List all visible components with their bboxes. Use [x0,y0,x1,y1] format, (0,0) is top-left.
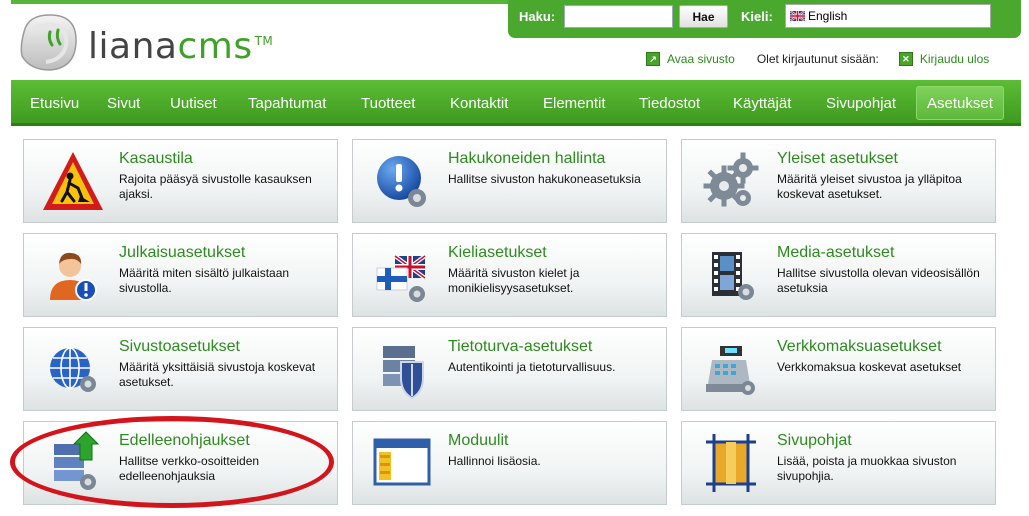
card-description: Rajoita pääsyä sivustolle kasauksen ajak… [119,172,312,201]
logo-badge-icon [20,14,77,71]
card-title: Tietoturva-asetukset [448,338,593,355]
card-title: Sivupohjat [777,432,852,449]
gears-icon [703,152,759,207]
card-moduulit[interactable]: Moduulit Hallinnoi lisäosia. [352,421,667,505]
card-yleiset-asetukset[interactable]: Yleiset asetukset Määritä yleiset sivust… [681,139,996,223]
nav-item-etusivu[interactable]: Etusivu [30,80,79,126]
card-kieliasetukset[interactable]: Kieliasetukset Määritä sivuston kielet j… [352,233,667,317]
uk-flag-icon [790,11,805,21]
search-button[interactable]: Hae [679,5,728,28]
nav-item-kontaktit[interactable]: Kontaktit [450,80,508,126]
card-description: Lisää, poista ja muokkaa sivuston sivupo… [777,454,957,483]
user-publish-icon [50,252,97,301]
card-title: Kieliasetukset [448,244,547,261]
card-description: Hallitse sivustolla olevan videosisällön… [777,266,980,295]
nav-item-sivupohjat[interactable]: Sivupohjat [826,80,896,126]
logout-link[interactable]: Kirjaudu ulos [920,52,989,66]
card-edelleenohjaukset[interactable]: Edelleenohjaukset Hallitse verkko-osoitt… [23,421,338,505]
shield-server-icon [383,346,424,400]
logo-wordmark: lianacms TM [88,26,274,67]
card-description: Hallitse sivuston hakukoneasetuksia [448,172,641,186]
card-title: Verkkomaksuasetukset [777,338,942,355]
card-title: Yleiset asetukset [777,150,898,167]
open-site-icon: ↗ [646,52,660,66]
nav-item-kayttajat[interactable]: Käyttäjät [733,80,791,126]
card-description: Määritä miten sisältö julkaistaan sivust… [119,266,290,295]
template-layout-icon [706,434,756,492]
card-title: Hakukoneiden hallinta [448,150,606,167]
card-kasaustila[interactable]: Kasaustila Rajoita pääsyä sivustolle kas… [23,139,338,223]
user-links: ↗ Avaa sivusto Olet kirjautunut sisään: … [646,50,989,68]
card-tietoturva-asetukset[interactable]: Tietoturva-asetukset Autentikointi ja ti… [352,327,667,411]
card-media-asetukset[interactable]: Media-asetukset Hallitse sivustolla olev… [681,233,996,317]
nav-item-tapahtumat[interactable]: Tapahtumat [248,80,326,126]
nav-item-uutiset[interactable]: Uutiset [170,80,217,126]
login-status: Olet kirjautunut sisään: [756,52,879,66]
search-engine-icon [377,156,426,207]
card-description: Hallinnoi lisäosia. [448,454,541,468]
window-modules-icon [373,438,431,486]
card-description: Määritä yksittäisiä sivustoja koskevat a… [119,360,316,389]
card-title: Moduulit [448,432,509,449]
card-description: Autentikointi ja tietoturvallisuus. [448,360,616,374]
language-value: English [808,9,848,23]
card-title: Sivustoasetukset [119,338,240,355]
card-description: Hallitse verkko-osoitteiden edelleenohja… [119,454,260,483]
search-input[interactable] [564,5,673,28]
globe-icon [50,347,96,392]
card-description: Määritä yleiset sivustoa ja ylläpitoa ko… [777,172,962,201]
card-julkaisuasetukset[interactable]: Julkaisuasetukset Määritä miten sisältö … [23,233,338,317]
redirect-server-icon [54,431,100,490]
card-title: Julkaisuasetukset [119,244,246,261]
card-sivustoasetukset[interactable]: Sivustoasetukset Määritä yksittäisiä siv… [23,327,338,411]
card-title: Kasaustila [119,150,193,167]
language-label: Kieli: [741,9,773,24]
nav-item-tiedostot[interactable]: Tiedostot [639,80,700,126]
card-hakukoneiden-hallinta[interactable]: Hakukoneiden hallinta Hallitse sivuston … [352,139,667,223]
card-verkkomaksuasetukset[interactable]: Verkkomaksuasetukset Verkkomaksua koskev… [681,327,996,411]
card-title: Media-asetukset [777,244,895,261]
flags-icon [376,254,427,302]
nav-item-asetukset[interactable]: Asetukset [916,86,1004,120]
main-nav: Etusivu Sivut Uutiset Tapahtumat Tuottee… [11,80,1021,126]
card-sivupohjat[interactable]: Sivupohjat Lisää, poista ja muokkaa sivu… [681,421,996,505]
card-description: Verkkomaksua koskevat asetukset [777,360,962,374]
liana-cms-logo[interactable]: lianacms TM [18,12,273,74]
settings-grid: Kasaustila Rajoita pääsyä sivustolle kas… [11,129,1021,516]
logout-icon: ✕ [898,52,913,66]
construction-icon [43,152,103,210]
card-description: Määritä sivuston kielet ja monikielisyys… [448,266,580,295]
language-select[interactable]: English [785,4,991,28]
film-icon [712,252,754,300]
card-title: Edelleenohjaukset [119,432,250,449]
page: lianacms TM Haku: Hae Kieli: English ↗ Av… [0,0,1029,516]
search-bar: Haku: Hae Kieli: English [508,0,1021,38]
nav-item-elementit[interactable]: Elementit [543,80,606,126]
nav-item-tuotteet[interactable]: Tuotteet [361,80,415,126]
open-site-link[interactable]: Avaa sivusto [667,52,735,66]
search-label: Haku: [519,9,556,24]
cash-register-icon [706,346,755,395]
nav-item-sivut[interactable]: Sivut [107,80,140,126]
